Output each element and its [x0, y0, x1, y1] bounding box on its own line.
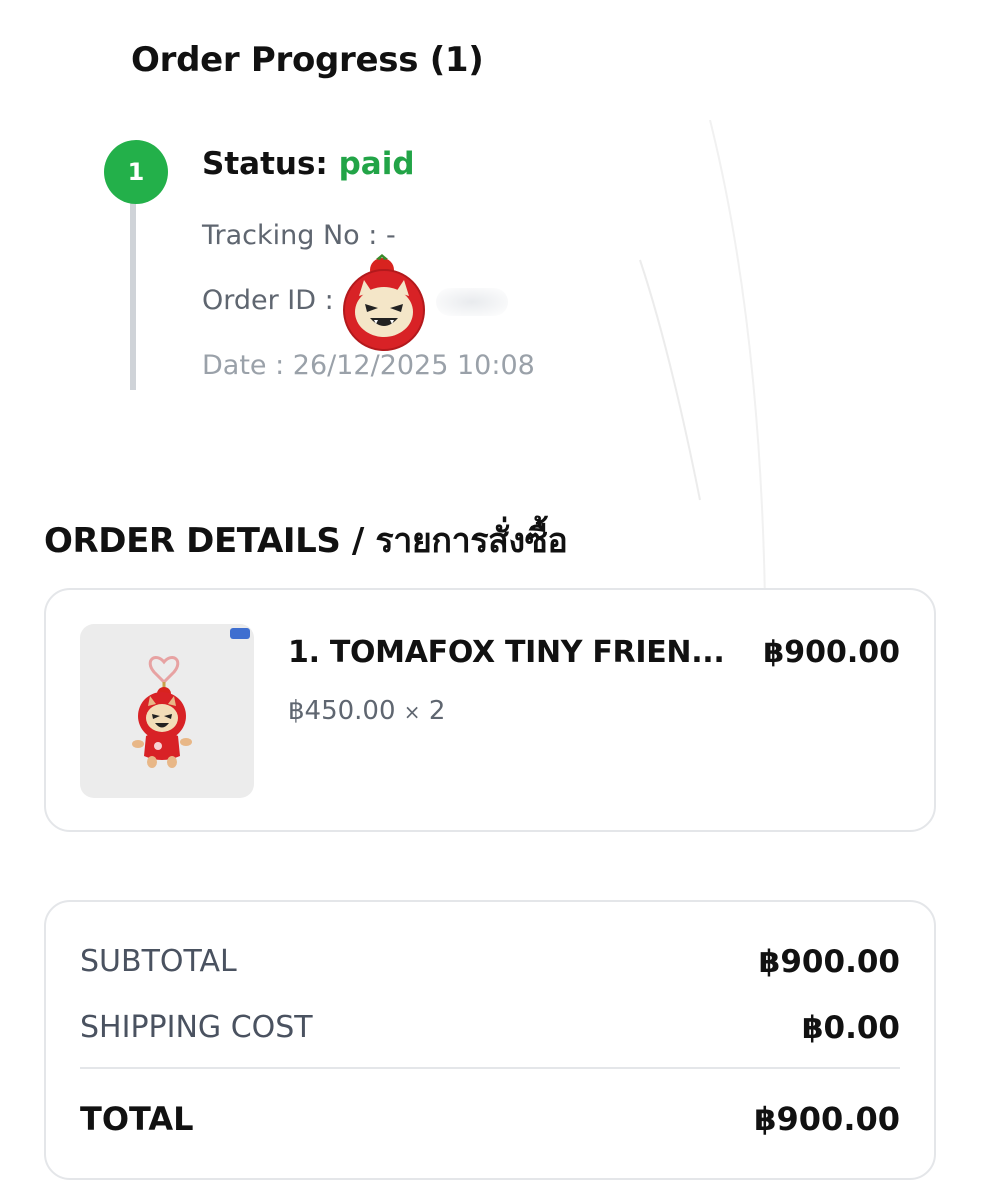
quantity: 2	[428, 696, 446, 726]
subtotal-value: ฿900.00	[758, 944, 900, 980]
timeline-line	[130, 190, 136, 390]
background-scribble	[639, 120, 766, 601]
tracking-number: Tracking No : -	[202, 220, 396, 251]
order-progress-title: Order Progress (1)	[131, 40, 484, 80]
summary-divider	[80, 1067, 900, 1069]
redaction-blur	[436, 288, 508, 316]
unit-price: ฿450.00	[288, 696, 396, 726]
total-label: TOTAL	[80, 1100, 194, 1138]
thumbnail-badge-icon	[230, 628, 250, 639]
quantity-separator: ×	[403, 700, 421, 724]
order-summary-card: SUBTOTAL ฿900.00 SHIPPING COST ฿0.00 TOT…	[44, 900, 936, 1180]
order-item-card[interactable]: 1. TOMAFOX TINY FRIEN... ฿900.00 ฿450.00…	[44, 588, 936, 832]
product-name[interactable]: 1. TOMAFOX TINY FRIEN...	[288, 635, 725, 670]
subtotal-label: SUBTOTAL	[80, 944, 237, 979]
redaction-sticker-icon	[343, 254, 425, 351]
status-line: Status: paid	[202, 146, 415, 182]
status-label: Status:	[202, 146, 328, 182]
total-value: ฿900.00	[754, 1100, 900, 1138]
unit-price-quantity: ฿450.00 × 2	[288, 696, 445, 726]
plush-keychain-icon	[132, 656, 192, 768]
status-value: paid	[338, 146, 415, 182]
shipping-cost-value: ฿0.00	[801, 1010, 900, 1046]
order-id-label: Order ID :	[202, 285, 334, 316]
order-date: Date : 26/12/2025 10:08	[202, 350, 535, 381]
shipping-cost-label: SHIPPING COST	[80, 1010, 313, 1045]
step-number-badge: 1	[104, 140, 168, 204]
order-details-heading: ORDER DETAILS / รายการสั่งซื้อ	[44, 521, 568, 561]
product-thumbnail[interactable]	[80, 624, 254, 798]
line-total: ฿900.00	[763, 635, 900, 670]
